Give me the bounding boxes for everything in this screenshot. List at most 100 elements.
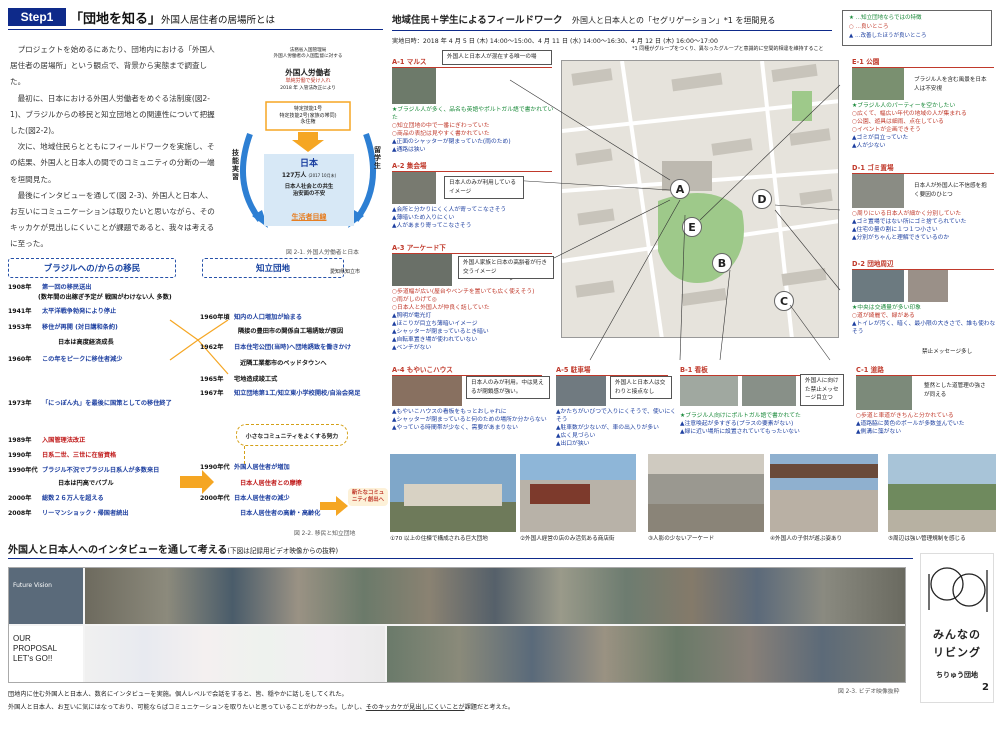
fig1-count-note: (2017 10月末) [308,173,337,178]
note-line: ▲通路は狭い [392,147,426,153]
spot-a3-comment: 外国人家族と日本の高齢者が行き交うイメージ [458,256,554,279]
brand-line: みんなの [933,628,981,641]
timeline-year: 1990年代 [8,467,38,474]
timeline-row: 日本人居住者との摩擦 [240,480,302,488]
dashed-line [244,446,245,464]
timeline-row: 1990年代 外国人居住者が増加 [200,464,290,472]
spot-c1-photo [856,376,912,410]
fig1-note: 外国人労働者の入国監督に対する [273,54,343,59]
note-line: ▲やっている時間帯が少なく、需要があまりない [392,425,518,431]
note-line: ▲正面のシャッターが閉まっていた(雨のため) [392,139,511,145]
spot-d2-photo [852,270,904,302]
timeline-year: 2000年代 [200,495,230,502]
intro-text: プロジェクトを始めるにあたり、団地内における「外国人居住者の居場所」という観点で… [10,42,220,253]
fig1-left-label: 技能実習 [232,149,239,181]
photo-caption: ⑤周辺は強い管理規制を感じる [888,536,966,542]
timeline-row: 日本は高度経済成長 [58,339,114,347]
page-title-main: 「団地を知る」 [70,12,162,27]
note-line: ▲人が少ない [852,143,886,149]
photo-caption: ②外国人経営の店のみ活気ある商店街 [520,536,615,542]
future-vision-still: Future Vision [9,568,83,624]
note-line: ▲ほこりが目立ち薄暗いイメージ [392,321,478,327]
timeline-year: 1990年 [8,452,32,459]
note-line: ○商品の表記は見やすく書かれていた [392,131,490,137]
spot-d2-notes: ★中央は交通量が多い印象 ○道が綺麗で、緑がある ▲トイレが汚く、暗く、最小限の大き… [852,304,998,336]
fig1-visa-steps: 特定技能1号 特定技能2号(家族の帯同) 永住権 [266,106,350,126]
fieldwork-date: 実地日時：2018 年 4 月 5 日 (木) 14:00〜15:00、4 月 … [392,38,718,45]
brazil-header: ブラジルへの/からの移民 [8,258,176,278]
fig1-bottom-line: 治安面の不安 [292,191,326,197]
timeline-year: 2000年 [8,495,32,502]
timeline-year: 1990年代 [200,464,230,471]
note-line: ▲側溝に藻がない [856,429,902,435]
spot-a1-notes: ★ブラジル人が多く、品名も英語やポルトガル語で書かれていた ○知立団地の中で一番に… [392,106,556,154]
fig1-bottom: 日本人社会との共生 治安面の不安 [264,184,354,198]
note-line: ○日本人と外国人が仲良く話していた [392,305,490,311]
fig1-caption: 図 2-1. 外国人労働者と日本 [286,250,359,256]
note-line: ▲シャッターが閉まっているとき暗い [392,329,489,335]
timeline-text: 日本は円高でバブル [58,480,114,487]
photo-item: ②外国人経営の店のみ活気ある商店街 [520,454,636,542]
note-line: ▲もやいこハウスの看板をもっとおしゃれに [392,409,507,415]
spot-b1-photo [680,376,738,406]
interview-stills-row-1 [85,568,905,624]
spot-a5-label: A-5 駐車場 [556,364,668,376]
note-line: ○周りにいる日本人が細かく分別していた [852,211,962,217]
video-stills: Future Vision OUR PROPOSAL LET's GO!! [8,567,906,683]
timeline-text: リーマンショック・帰国者続出 [42,510,129,517]
spot-e1-photo [852,68,904,100]
spot-a4-photo [392,376,462,406]
photo-item: ⑤周辺は強い管理規制を感じる [888,454,996,542]
spot-d1-notes: ○周りにいる日本人が細かく分別していた ▲ゴミ置場ではない所にゴミ捨てられていた ▲… [852,210,998,242]
spot-d2-photo-2 [908,270,948,302]
intro-paragraph: 次に、地域住民らとともにフィールドワークを実施し、その結果、外国人と日本人の間で… [10,142,215,184]
legend-item: ★ …知立団地ならではの特徴 [849,15,922,21]
spot-a2-photo [392,172,436,204]
timeline-row: 1965年 宅地造成竣工式 [200,376,277,384]
timeline-row: 1960年頃 知内の人口増加が始まる [200,314,302,322]
spot-a5-notes: ▲かたちがいびつで入りにくそうで、使いにくそう ▲駐車数が少ないが、車の出入りが多… [556,408,676,448]
timeline-text: 日本住宅公団(当時)へ団地誘致を働きかけ [234,344,352,351]
timeline-text: 総数２６万人を超える [42,495,104,502]
note-line: ▲ゴミ置場ではない所にゴミ捨てられていた [852,219,967,225]
timeline-year: 1908年 [8,284,32,291]
spot-a1-photo [392,68,436,104]
arrow-icon [320,496,348,516]
proposal-line: LET's GO!! [13,654,53,663]
interview-summary: 団地内に住む外国人と日本人、数名にインタビューを実施。個人レベルで会話をすると、… [8,688,514,714]
photo-caption: ①70 以上の住棟で構成される巨大団地 [390,536,488,542]
fig1-japan: 日本 [299,159,318,169]
timeline-text: 移住が再開 (対日講和条約) [42,324,118,331]
timeline-row: 2008年 リーマンショック・帰国者続出 [8,510,129,518]
brand-line: ちりゅう団地 [936,671,978,679]
legend-item: ○ …良いところ [849,24,889,30]
fig2-caption: 図 2-2. 移民と知立団地 [294,531,356,537]
note-line: ★中央は交通量が多い印象 [852,305,921,311]
spot-c1-label: C-1 道路 [856,364,996,376]
note-line: ▲出口が狭い [556,441,590,447]
page-title: 「団地を知る」外国人居住者の居場所とは [70,8,275,27]
fig1-step: 永住権 [300,119,316,125]
timeline-row: 1989年 入国管理法改正 [8,437,85,445]
note-line: ▲ベンチがない [392,345,432,351]
timeline-year: 1973年 [8,400,32,407]
spot-a2-label: A-2 集会場 [392,160,552,172]
legend: ★ …知立団地ならではの特徴 ○ …良いところ ▲ …改善したほうが良いところ [842,10,992,46]
timeline-text: 日本人居住者との摩擦 [240,480,302,487]
spot-a4-comment: 日本人のみが利用。中は見えるが閉鎖感が強い。 [466,376,550,399]
page-subtitle: 外国人居住者の居場所とは [161,15,276,26]
timeline-text: 近隣工業都市のベッドタウンへ [240,360,327,367]
note-line: ▲ゴミが目立っていた [852,135,909,141]
timeline-text: 入国管理法改正 [42,437,86,444]
photo-item: ③人影の少ないアーケード [648,454,764,542]
brand-line: リビング [933,646,981,659]
note-line: ▲緑に近い場所に設置されていてもったいない [680,429,800,435]
note-line: ○歩道と車道がきちんと分かれている [856,413,954,419]
timeline-text: 日本人居住者の高齢・高齢化 [240,510,321,517]
spot-a1-comment: 外国人と日本人が混在する唯一の場 [442,50,552,65]
spot-a4-label: A-4 もやいこハウス [392,364,542,376]
spot-d1-label: D-1 ゴミ置場 [852,162,994,174]
timeline-text: 知内の人口増加が始まる [234,314,303,321]
spot-a2-comment: 日本人のみが利用しているイメージ [444,176,524,199]
spot-a5-photo [556,376,606,406]
